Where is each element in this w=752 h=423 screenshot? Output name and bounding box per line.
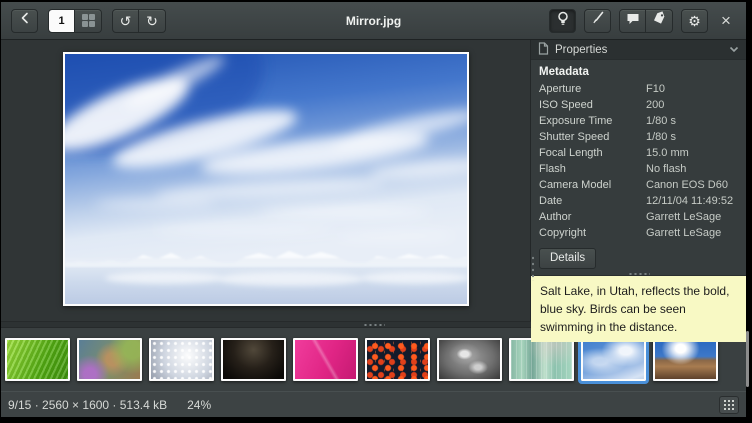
image-viewer-window: 1 ↺ ↻ Mirror.jpg (1, 2, 746, 417)
chevron-left-icon (19, 11, 31, 30)
tags-button[interactable] (646, 9, 673, 33)
main-photo (63, 52, 469, 306)
metadata-row-exposure: Exposure Time1/80 s (531, 113, 746, 129)
screenshot-frame: 1 ↺ ↻ Mirror.jpg (0, 0, 752, 423)
main-content: Properties Metadata ApertureF10 ISO Spee… (1, 40, 746, 321)
thumbnail-dandelion-fluff[interactable] (149, 338, 214, 381)
rotate-left-icon: ↺ (120, 14, 132, 28)
close-icon: × (721, 11, 731, 31)
annotate-group (619, 9, 673, 33)
toolbar-left-cluster: 1 ↺ ↻ (11, 9, 166, 33)
properties-toggle-button[interactable] (549, 9, 576, 33)
metadata-row-iso: ISO Speed200 (531, 97, 746, 113)
metadata-row-flash: FlashNo flash (531, 161, 746, 177)
document-properties-icon (538, 42, 549, 58)
gear-icon: ⚙ (688, 14, 701, 28)
rotate-left-button[interactable]: ↺ (112, 9, 139, 33)
thumbnail-dark-leaves[interactable] (221, 338, 286, 381)
browser-view-button[interactable] (719, 396, 739, 414)
grid-view-icon (82, 14, 95, 27)
metadata-row-aperture: ApertureF10 (531, 81, 746, 97)
metadata-row-camera: Camera ModelCanon EOS D60 (531, 177, 746, 193)
grip-dots (363, 324, 385, 326)
back-button[interactable] (11, 9, 38, 33)
properties-selector[interactable]: Properties (531, 40, 746, 60)
toolbar-right-cluster: ⚙ × (549, 9, 736, 33)
metadata-row-shutter: Shutter Speed1/80 s (531, 129, 746, 145)
edit-button[interactable] (584, 9, 611, 33)
grid-view-button[interactable] (75, 9, 102, 33)
sidebar-resize-grip[interactable] (532, 255, 534, 281)
metadata-section-title: Metadata (531, 60, 746, 81)
brush-icon (591, 11, 605, 30)
single-view-label: 1 (58, 15, 64, 27)
image-canvas[interactable] (1, 40, 530, 321)
metadata-section: Metadata ApertureF10 ISO Speed200 Exposu… (531, 60, 746, 241)
rotate-group: ↺ ↻ (112, 9, 166, 33)
window-title: Mirror.jpg (346, 14, 401, 28)
single-view-button[interactable]: 1 (48, 9, 75, 33)
thumbnail-grass-macro[interactable] (77, 338, 142, 381)
tag-icon (652, 11, 666, 30)
thumbnail-green-leaf[interactable] (5, 338, 70, 381)
settings-button[interactable]: ⚙ (681, 9, 708, 33)
speech-bubble-icon (626, 12, 640, 30)
thumbnail-blue-sky-selected[interactable] (581, 338, 646, 381)
thumbnail-orange-berries[interactable] (365, 338, 430, 381)
details-button[interactable]: Details (539, 248, 596, 269)
thumbnail-desert-road[interactable] (653, 338, 718, 381)
lightbulb-icon (556, 11, 570, 31)
metadata-row-copyright: CopyrightGarrett LeSage (531, 225, 746, 241)
filmstrip-scrollbar[interactable] (746, 331, 749, 387)
rotate-right-button[interactable]: ↻ (139, 9, 166, 33)
thumbnail-water-drops[interactable] (437, 338, 502, 381)
thumbnail-aurora-streaks[interactable] (509, 338, 574, 381)
image-status-text: 9/15 · 2560 × 1600 · 513.4 kB (8, 398, 167, 412)
chevron-down-icon (729, 44, 739, 56)
metadata-row-date: Date12/11/04 11:49:52 (531, 193, 746, 209)
view-mode-group: 1 (48, 9, 102, 33)
rotate-right-icon: ↻ (146, 14, 158, 28)
toolbar: 1 ↺ ↻ Mirror.jpg (1, 2, 746, 40)
thumbnail-pink-fabric[interactable] (293, 338, 358, 381)
grid-3x3-icon (724, 400, 734, 410)
comment-button[interactable] (619, 9, 646, 33)
properties-selector-label: Properties (555, 44, 607, 56)
metadata-row-author: AuthorGarrett LeSage (531, 209, 746, 225)
close-button[interactable]: × (716, 9, 736, 33)
metadata-row-focal: Focal Length15.0 mm (531, 145, 746, 161)
properties-sidebar: Properties Metadata ApertureF10 ISO Spee… (530, 40, 746, 321)
zoom-level: 24% (187, 398, 211, 412)
status-bar: 9/15 · 2560 × 1600 · 513.4 kB 24% (1, 391, 746, 417)
comment-note[interactable]: Salt Lake, in Utah, reflects the bold, b… (531, 275, 746, 342)
